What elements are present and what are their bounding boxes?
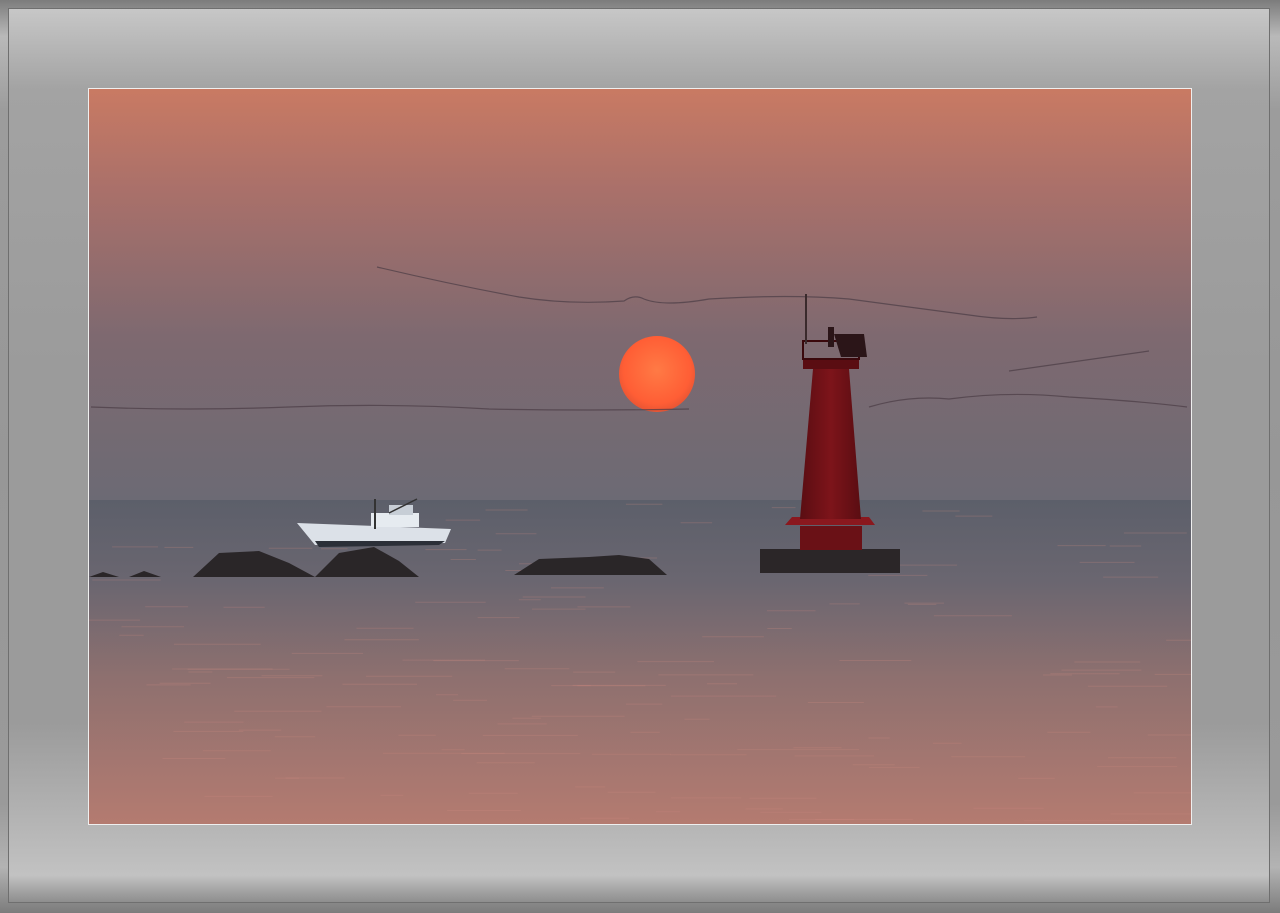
sun xyxy=(619,336,695,412)
sunset-scene xyxy=(89,89,1191,824)
sunset-photo xyxy=(88,88,1192,825)
sky xyxy=(89,89,1191,501)
